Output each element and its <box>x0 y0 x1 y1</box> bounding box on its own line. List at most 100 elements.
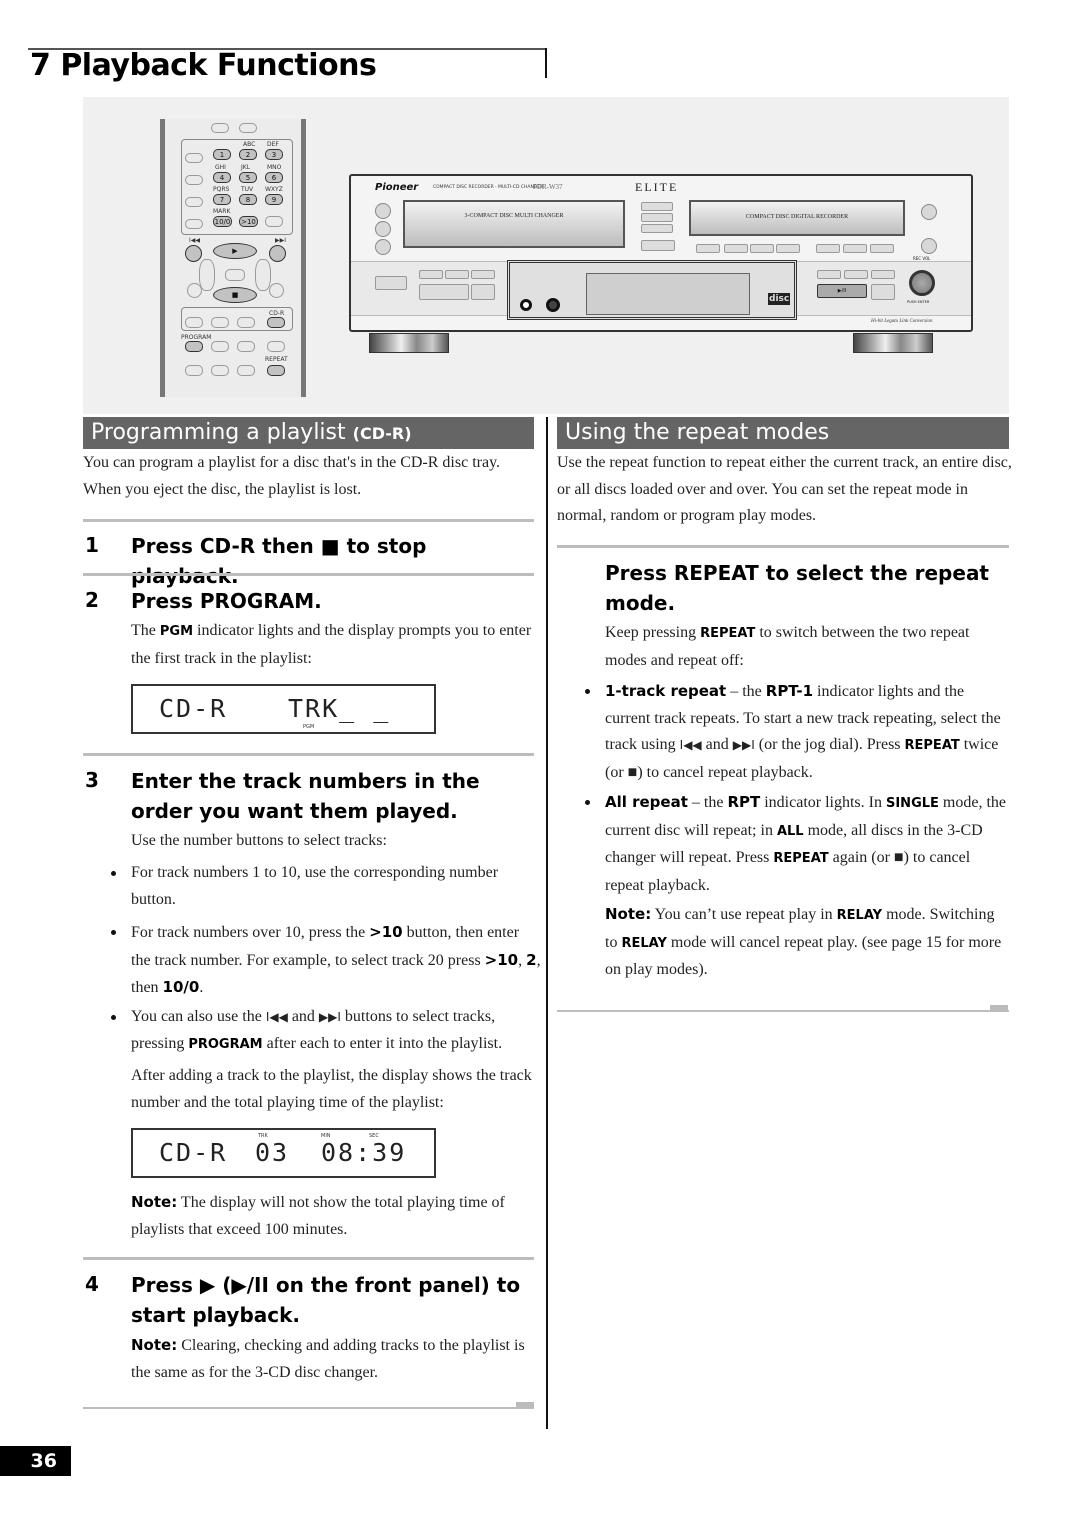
note: Note: Clearing, checking and adding trac… <box>131 1332 536 1386</box>
note-label: Note: <box>131 1336 178 1354</box>
jog-right <box>255 259 271 291</box>
power-button <box>375 276 407 290</box>
key-10-0: 10/0 <box>213 216 232 227</box>
deck-foot <box>853 333 933 353</box>
model-number: PDR-W37 <box>533 183 563 191</box>
remote-blank-key <box>187 283 202 298</box>
play-key: ▶ <box>213 243 257 259</box>
step-body: Keep pressing REPEAT to switch between t… <box>605 620 1010 674</box>
deck-display <box>586 273 750 315</box>
bullet-icon <box>111 1015 116 1020</box>
product-illustration: ABC DEF 1 2 3 GHI JKL MNO 4 5 6 PQRS TUV… <box>83 97 1009 414</box>
text: For track numbers over 10, press the <box>131 924 370 941</box>
deck-knob <box>375 203 391 219</box>
step-number: 4 <box>85 1272 99 1296</box>
deck-lower-panel: disc ▶/II REC VOL PUSH ENTER <box>351 256 971 320</box>
repeat-key <box>267 365 285 376</box>
next-key <box>269 245 286 262</box>
keyword: REPEAT <box>904 738 960 753</box>
lcd-source: CD-R <box>159 694 228 723</box>
deck-knob <box>375 239 391 255</box>
text: You can’t use repeat play in <box>651 906 837 923</box>
key-8: 8 <box>239 194 257 205</box>
deck-button <box>816 244 840 253</box>
prev-track-icon: I◀◀ <box>189 237 200 244</box>
lcd-track-prompt: TRK_ _ <box>288 694 391 723</box>
step-number: 1 <box>85 533 99 557</box>
key-letters: TUV <box>241 186 254 193</box>
mark-label: MARK <box>213 208 231 215</box>
elite-logo: ELITE <box>635 180 679 194</box>
key-over-10: >10 <box>239 216 258 227</box>
jog-left <box>199 259 215 291</box>
min-indicator: MIN <box>321 1133 331 1139</box>
step-number: 2 <box>85 588 99 612</box>
display-panel: disc <box>507 260 797 320</box>
remote-blank-key <box>237 341 255 352</box>
push-enter-label: PUSH ENTER <box>907 300 930 304</box>
deck-button <box>445 270 469 279</box>
legato-label: Hi-bit Legato Link Conversion <box>871 319 933 324</box>
keyword: RPT <box>727 793 761 811</box>
text: – the <box>687 794 728 811</box>
text: , <box>518 951 527 969</box>
keyword: PROGRAM <box>188 1036 263 1052</box>
deck-button <box>641 213 673 222</box>
remote-blank-key <box>185 365 203 376</box>
key-1: 1 <box>213 149 231 160</box>
deck-knob <box>375 221 391 237</box>
key-5: 5 <box>239 172 257 183</box>
remote-blank-key <box>265 216 283 227</box>
disc-logo: disc <box>768 293 791 305</box>
keyword: REPEAT <box>700 626 756 641</box>
pgm-keyword: PGM <box>159 624 194 639</box>
text: . <box>199 979 204 996</box>
intro-paragraph: Use the repeat function to repeat either… <box>557 454 1012 524</box>
section-title: Programming a playlist <box>91 420 346 445</box>
bullet-icon <box>111 930 116 935</box>
remote-blank-key <box>185 197 203 207</box>
key-9: 9 <box>265 194 283 205</box>
brand-logo: Pioneer <box>375 182 419 193</box>
deck-button <box>843 244 867 253</box>
chapter-title: 7 Playback Functions <box>30 48 377 83</box>
remote-blank-key <box>269 283 284 298</box>
key-6: 6 <box>265 172 283 183</box>
note-label: Note: <box>131 1193 178 1211</box>
remote-blank-key <box>185 175 203 185</box>
repeat-label: REPEAT <box>265 356 288 363</box>
bullet-icon <box>585 689 590 694</box>
remote-blank-key <box>239 123 257 133</box>
section-end-mark <box>516 1402 534 1408</box>
remote-blank-key <box>211 123 229 133</box>
bullet-text: 1-track repeat – the RPT-1 indicator lig… <box>605 678 1010 786</box>
deck-button <box>817 270 841 279</box>
deck-button <box>871 270 895 279</box>
cdr-label: CD-R <box>269 310 285 317</box>
lcd-display-prompt: CD-R TRK_ _ PGM <box>131 684 436 734</box>
keyword: REPEAT <box>773 851 829 866</box>
recorder-tray: COMPACT DISC DIGITAL RECORDER <box>689 200 905 236</box>
deck-button <box>776 244 800 253</box>
text: You can also use the <box>131 1008 266 1025</box>
divider-rule <box>557 1010 1009 1012</box>
lcd-track-number: 03 <box>255 1138 290 1167</box>
text: Keep pressing <box>605 624 701 641</box>
remote-blank-key <box>185 317 203 328</box>
bullet-icon <box>585 800 590 805</box>
note: Note: You can’t use repeat play in RELAY… <box>605 901 1010 984</box>
note-label: Note: <box>605 905 652 923</box>
bullet-text: For track numbers 1 to 10, use the corre… <box>131 864 499 908</box>
deck-button <box>870 244 894 253</box>
chapter-rule-end <box>545 48 547 78</box>
deck-button <box>641 202 673 211</box>
key-3: 3 <box>265 149 283 160</box>
text: and <box>701 736 733 753</box>
note: Note: The display will not show the tota… <box>131 1189 536 1243</box>
keyword: >10 <box>369 923 403 941</box>
remote-control: ABC DEF 1 2 3 GHI JKL MNO 4 5 6 PQRS TUV… <box>160 119 306 397</box>
key-letters: PQRS <box>213 186 230 193</box>
keyword: SINGLE <box>885 796 939 811</box>
mode-name: All repeat <box>605 793 688 811</box>
deck-button <box>419 284 469 300</box>
